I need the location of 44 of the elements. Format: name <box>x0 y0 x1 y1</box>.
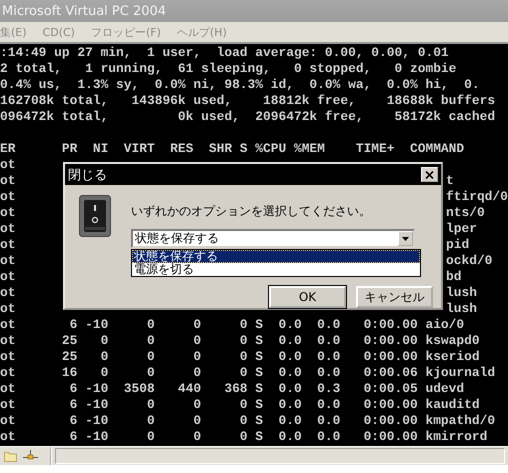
terminal-text: ot <box>0 173 16 188</box>
terminal-text: ot <box>0 269 16 284</box>
network-icon[interactable] <box>23 450 38 462</box>
terminal-text: ot <box>0 157 16 172</box>
terminal-text: ot <box>0 205 16 220</box>
process-row: ot 6 -10 0 0 0 S 0.0 0.0 0:00.00 kmpathd/0 <box>0 413 496 428</box>
terminal-line: 096472k total, 0k used, 2096472k free, 58172k cached <box>0 109 496 124</box>
terminal-text: ot <box>0 221 16 236</box>
terminal-text: bd <box>446 269 462 285</box>
dialog-message: いずれかのオプションを選択してください。 <box>131 203 372 220</box>
process-row: ot 25 0 0 0 0 S 0.0 0.0 0:00.00 kswapd0 <box>0 333 480 348</box>
terminal-text: t <box>446 173 454 189</box>
terminal-text: nts/0 <box>446 205 485 221</box>
terminal-text: ot <box>0 285 16 300</box>
close-icon <box>425 170 434 178</box>
process-row: ot 25 0 0 0 0 S 0.0 0.0 0:00.00 kseriod <box>0 349 480 364</box>
terminal-text: ockd/0 <box>446 253 492 269</box>
terminal-line: 0.4% us, 1.3% sy, 0.0% ni, 98.3% id, 0.0% wa, 0.0% hi, 0. <box>0 77 480 92</box>
dialog-title: 閉じる <box>68 166 107 184</box>
terminal-text: ot <box>0 301 16 316</box>
terminal-line: 162708k total, 143896k used, 18812k free, 18688k buffers <box>0 93 496 108</box>
terminal-text: ftirqd/0 <box>446 189 508 205</box>
dialog-button[interactable]: キャンセル <box>356 286 433 308</box>
window-title: Microsoft Virtual PC 2004 <box>2 4 166 18</box>
terminal-text: lper <box>446 221 477 237</box>
terminal-line: 2 total, 1 running, 61 sleeping, 0 stopped, 0 zombie <box>0 61 456 76</box>
terminal-text: lush <box>446 285 477 301</box>
terminal-text: lush <box>446 301 477 317</box>
process-row: ot 6 -10 0 0 0 S 0.0 0.0 0:00.00 kauditd <box>0 397 480 412</box>
caret-icon <box>402 236 409 240</box>
process-header: ER PR NI VIRT RES SHR S %CPU %MEM TIME+ COMMAND <box>0 141 464 156</box>
process-row: ot 16 0 0 0 0 S 0.0 0.0 0:00.06 kjournald <box>0 365 496 380</box>
process-row: ot 6 -10 3508 440 368 S 0.0 0.3 0:00.05 udevd <box>0 381 464 396</box>
terminal-text: ot <box>0 237 16 252</box>
terminal-text: ot <box>0 189 16 204</box>
terminal-text: pid <box>446 237 470 253</box>
power-switch-icon <box>79 195 111 237</box>
dialog-button[interactable]: OK <box>269 286 346 308</box>
terminal-line: :14:49 up 27 min, 1 user, load average: 0.00, 0.00, 0.01 <box>0 45 449 60</box>
terminal-text: ot <box>0 253 16 268</box>
process-row: ot 6 -10 0 0 0 S 0.0 0.0 0:00.00 kmirrord <box>0 429 488 444</box>
process-row: ot 6 -10 0 0 0 S 0.0 0.0 0:00.00 aio/0 <box>0 317 464 332</box>
close-button[interactable] <box>421 167 438 182</box>
dropdown-option[interactable]: 状態を保存する <box>132 250 420 263</box>
